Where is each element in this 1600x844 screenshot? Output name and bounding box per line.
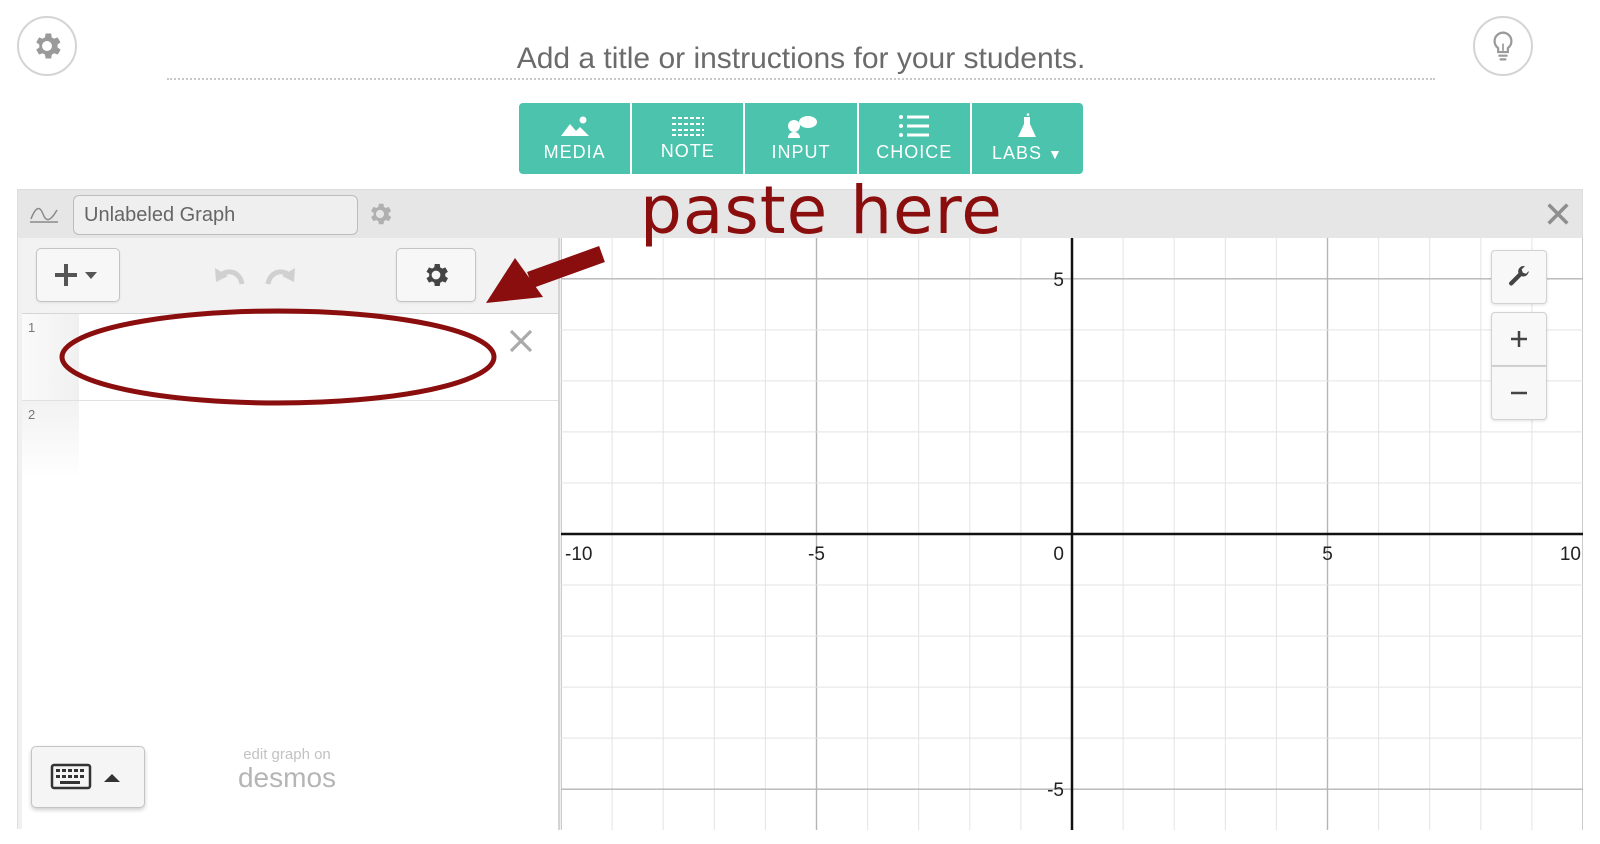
desmos-logo: desmos — [237, 762, 337, 793]
hint-button[interactable] — [1473, 16, 1533, 76]
list-icon — [899, 115, 930, 137]
activity-builder: Add a title or instructions for your stu… — [0, 0, 1600, 844]
graph-name-input[interactable]: Unlabeled Graph — [73, 195, 358, 235]
x-tick-label: -5 — [808, 544, 825, 565]
plus-icon — [1511, 331, 1527, 347]
row-index: 1 — [28, 320, 36, 335]
choice-button[interactable]: CHOICE — [858, 103, 972, 174]
plus-dropdown-icon — [55, 264, 97, 286]
component-toolbar: MEDIA NOTE INPUT CHOICE LABS ▼ — [519, 103, 1083, 174]
note-icon — [671, 117, 704, 136]
gear-icon — [36, 33, 61, 59]
lightbulb-icon — [1493, 31, 1513, 61]
labs-button[interactable]: LABS ▼ — [971, 103, 1083, 174]
note-label: NOTE — [660, 141, 715, 161]
x-tick-label: 0 — [1053, 544, 1064, 565]
x-tick-label: 10 — [1560, 544, 1581, 565]
choice-label: CHOICE — [876, 142, 953, 162]
expression-row[interactable]: 2 — [22, 401, 558, 479]
title-input[interactable]: Add a title or instructions for your stu… — [167, 38, 1435, 80]
expression-list-toolbar — [22, 238, 558, 314]
image-icon — [560, 116, 589, 136]
media-label: MEDIA — [543, 142, 606, 162]
input-button[interactable]: INPUT — [745, 103, 859, 174]
minus-icon — [1511, 391, 1527, 395]
y-tick-label: 5 — [1053, 270, 1064, 291]
wrench-icon — [1509, 265, 1529, 286]
note-button[interactable]: NOTE — [632, 103, 746, 174]
labs-label-text: LABS — [991, 143, 1042, 163]
expression-row[interactable]: 1 — [22, 314, 558, 401]
x-tick-label: 5 — [1322, 544, 1333, 565]
dropdown-caret-icon: ▼ — [1048, 146, 1063, 162]
graph-paper[interactable]: -10 -5 0 5 10 5 -5 — [561, 238, 1583, 830]
settings-button[interactable] — [17, 16, 77, 76]
media-button[interactable]: MEDIA — [519, 103, 633, 174]
delete-expression-icon[interactable] — [506, 326, 536, 356]
labs-label: LABS ▼ — [992, 143, 1063, 164]
edit-on-desmos-link[interactable]: edit graph on desmos — [222, 746, 352, 792]
add-item-button[interactable] — [36, 248, 120, 302]
paste-here-annotation: paste here — [640, 172, 1003, 249]
input-label: INPUT — [771, 142, 831, 162]
keyboard-icon — [50, 763, 120, 790]
zoom-out-button[interactable] — [1491, 366, 1547, 420]
undo-icon[interactable] — [212, 262, 248, 290]
flask-icon — [1018, 113, 1037, 137]
graph-settings-icon[interactable] — [366, 200, 394, 228]
coordinate-grid: -10 -5 0 5 10 5 -5 — [561, 238, 1583, 830]
zoom-in-button[interactable] — [1491, 312, 1547, 366]
graph-component: Unlabeled Graph 1 2 edit graph on desmos… — [17, 189, 1583, 830]
edit-graph-text: edit graph on — [243, 746, 331, 763]
list-settings-button[interactable] — [396, 248, 476, 302]
graph-settings-button[interactable] — [1491, 250, 1547, 304]
graph-wave-icon — [30, 207, 58, 223]
redo-icon[interactable] — [262, 262, 298, 290]
row-index: 2 — [28, 407, 36, 422]
y-tick-label: -5 — [1047, 780, 1064, 801]
keypad-toggle-button[interactable] — [31, 746, 145, 808]
close-icon[interactable] — [1544, 200, 1572, 228]
expression-list: 1 2 edit graph on desmos — [22, 238, 560, 830]
speech-bubbles-icon — [788, 116, 817, 138]
expression-input[interactable] — [86, 324, 506, 384]
gear-icon — [426, 264, 448, 286]
x-tick-label: -10 — [565, 544, 592, 565]
